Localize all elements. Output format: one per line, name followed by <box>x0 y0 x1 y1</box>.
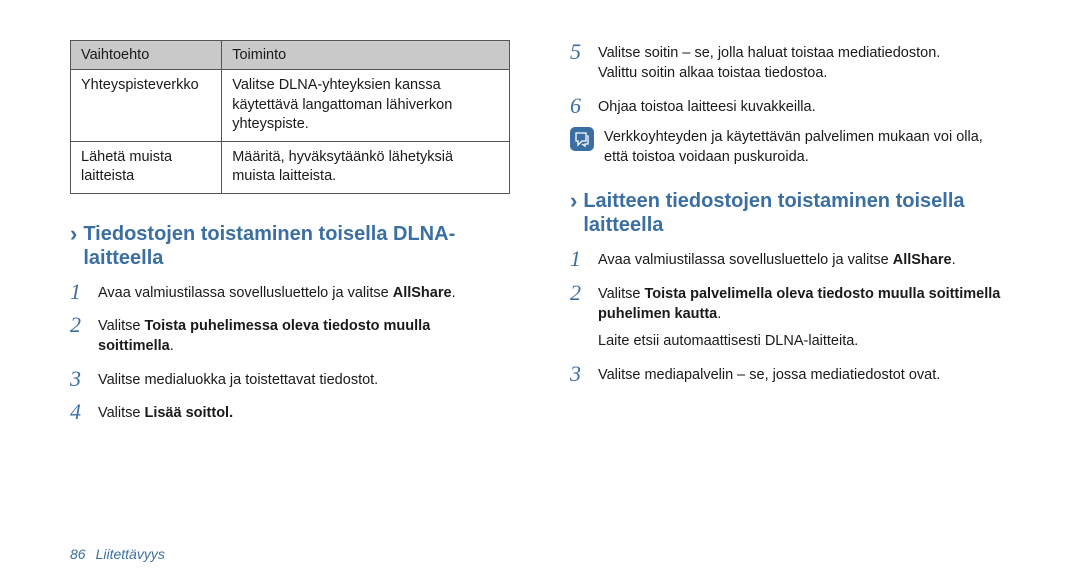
step-text: Ohjaa toistoa laitteesi kuvakkeilla. <box>598 94 1010 117</box>
page-number: 86 <box>70 546 86 562</box>
step-number: 3 <box>70 367 88 390</box>
step-number: 2 <box>70 313 88 336</box>
step-item: 2 Valitse Toista puhelimessa oleva tiedo… <box>70 313 510 357</box>
steps-list-right-bottom-cont: 3 Valitse mediapalvelin – se, jossa medi… <box>570 362 1010 385</box>
note-icon <box>570 127 594 151</box>
table-cell-function: Määritä, hyväksytäänkö lähetyksiä muista… <box>222 141 510 193</box>
table-cell-option: Yhteyspisteverkko <box>71 70 222 142</box>
table-header-function: Toiminto <box>222 41 510 70</box>
steps-list-right-bottom: 1 Avaa valmiustilassa sovellusluettelo j… <box>570 247 1010 324</box>
step-extra-text: Laite etsii automaattisesti DLNA-laittei… <box>570 328 1010 351</box>
step-item: 3 Valitse mediapalvelin – se, jossa medi… <box>570 362 1010 385</box>
step-bold: Lisää soittol. <box>144 405 233 421</box>
step-bold: Toista puhelimessa oleva tiedosto muulla… <box>98 318 430 354</box>
step-text: Valitse <box>98 318 144 334</box>
table-row: Lähetä muista laitteista Määritä, hyväks… <box>71 141 510 193</box>
section-heading-device: › Laitteen tiedostojen toistaminen toise… <box>570 189 1010 237</box>
step-text: Valittu soitin alkaa toistaa tiedostoa. <box>598 65 827 81</box>
step-text: Valitse <box>598 286 644 302</box>
step-text: . <box>170 338 174 354</box>
step-item: 3 Valitse medialuokka ja toistettavat ti… <box>70 367 510 390</box>
step-number: 3 <box>570 362 588 385</box>
step-number: 4 <box>70 400 88 423</box>
step-number: 1 <box>70 280 88 303</box>
step-text: Valitse <box>98 405 144 421</box>
steps-list-left: 1 Avaa valmiustilassa sovellusluettelo j… <box>70 280 510 423</box>
step-text: . <box>452 285 456 301</box>
note: Verkkoyhteyden ja käytettävän palvelimen… <box>570 127 1010 168</box>
chevron-icon: › <box>70 222 77 246</box>
step-item: 5 Valitse soitin – se, jolla haluat tois… <box>570 40 1010 84</box>
section-title-text: Laitteen tiedostojen toistaminen toisell… <box>583 189 1010 237</box>
step-item: 1 Avaa valmiustilassa sovellusluettelo j… <box>70 280 510 303</box>
step-number: 1 <box>570 247 588 270</box>
table-cell-option: Lähetä muista laitteista <box>71 141 222 193</box>
step-item: 6 Ohjaa toistoa laitteesi kuvakkeilla. <box>570 94 1010 117</box>
page-footer: 86 Liitettävyys <box>70 546 165 562</box>
steps-list-right-top: 5 Valitse soitin – se, jolla haluat tois… <box>570 40 1010 117</box>
step-text: Avaa valmiustilassa sovellusluettelo ja … <box>598 252 893 268</box>
step-bold: AllShare <box>893 252 952 268</box>
table-cell-function: Valitse DLNA-yhteyksien kanssa käytettäv… <box>222 70 510 142</box>
step-bold: AllShare <box>393 285 452 301</box>
section-title-text: Tiedostojen toistaminen toisella DLNA-la… <box>83 222 510 270</box>
step-bold: Toista palvelimella oleva tiedosto muull… <box>598 286 1000 322</box>
step-number: 5 <box>570 40 588 63</box>
step-item: 4 Valitse Lisää soittol. <box>70 400 510 423</box>
step-text: Avaa valmiustilassa sovellusluettelo ja … <box>98 285 393 301</box>
table-header-option: Vaihtoehto <box>71 41 222 70</box>
chevron-icon: › <box>570 189 577 213</box>
footer-section: Liitettävyys <box>96 546 165 562</box>
step-item: 2 Valitse Toista palvelimella oleva tied… <box>570 281 1010 325</box>
step-text: Valitse mediapalvelin – se, jossa mediat… <box>598 362 1010 385</box>
step-number: 6 <box>570 94 588 117</box>
step-text: . <box>952 252 956 268</box>
table-row: Yhteyspisteverkko Valitse DLNA-yhteyksie… <box>71 70 510 142</box>
step-text: Valitse soitin – se, jolla haluat toista… <box>598 45 940 61</box>
options-table: Vaihtoehto Toiminto Yhteyspisteverkko Va… <box>70 40 510 194</box>
note-text: Verkkoyhteyden ja käytettävän palvelimen… <box>604 127 1010 168</box>
section-heading-dlna: › Tiedostojen toistaminen toisella DLNA-… <box>70 222 510 270</box>
step-text: . <box>717 306 721 322</box>
step-number: 2 <box>570 281 588 304</box>
step-item: 1 Avaa valmiustilassa sovellusluettelo j… <box>570 247 1010 270</box>
step-text: Valitse medialuokka ja toistettavat tied… <box>98 367 510 390</box>
